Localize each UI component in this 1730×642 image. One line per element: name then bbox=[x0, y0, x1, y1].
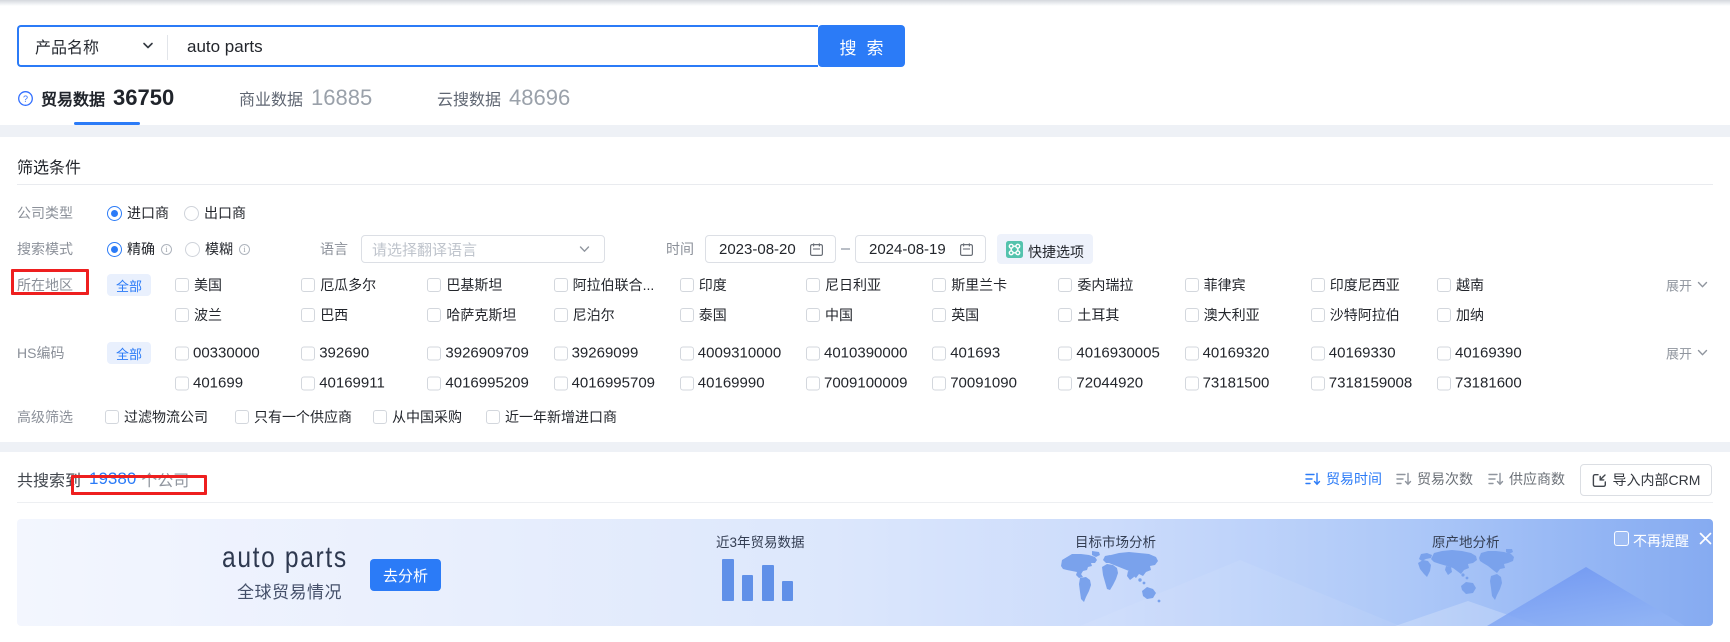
svg-text:?: ? bbox=[23, 94, 28, 104]
